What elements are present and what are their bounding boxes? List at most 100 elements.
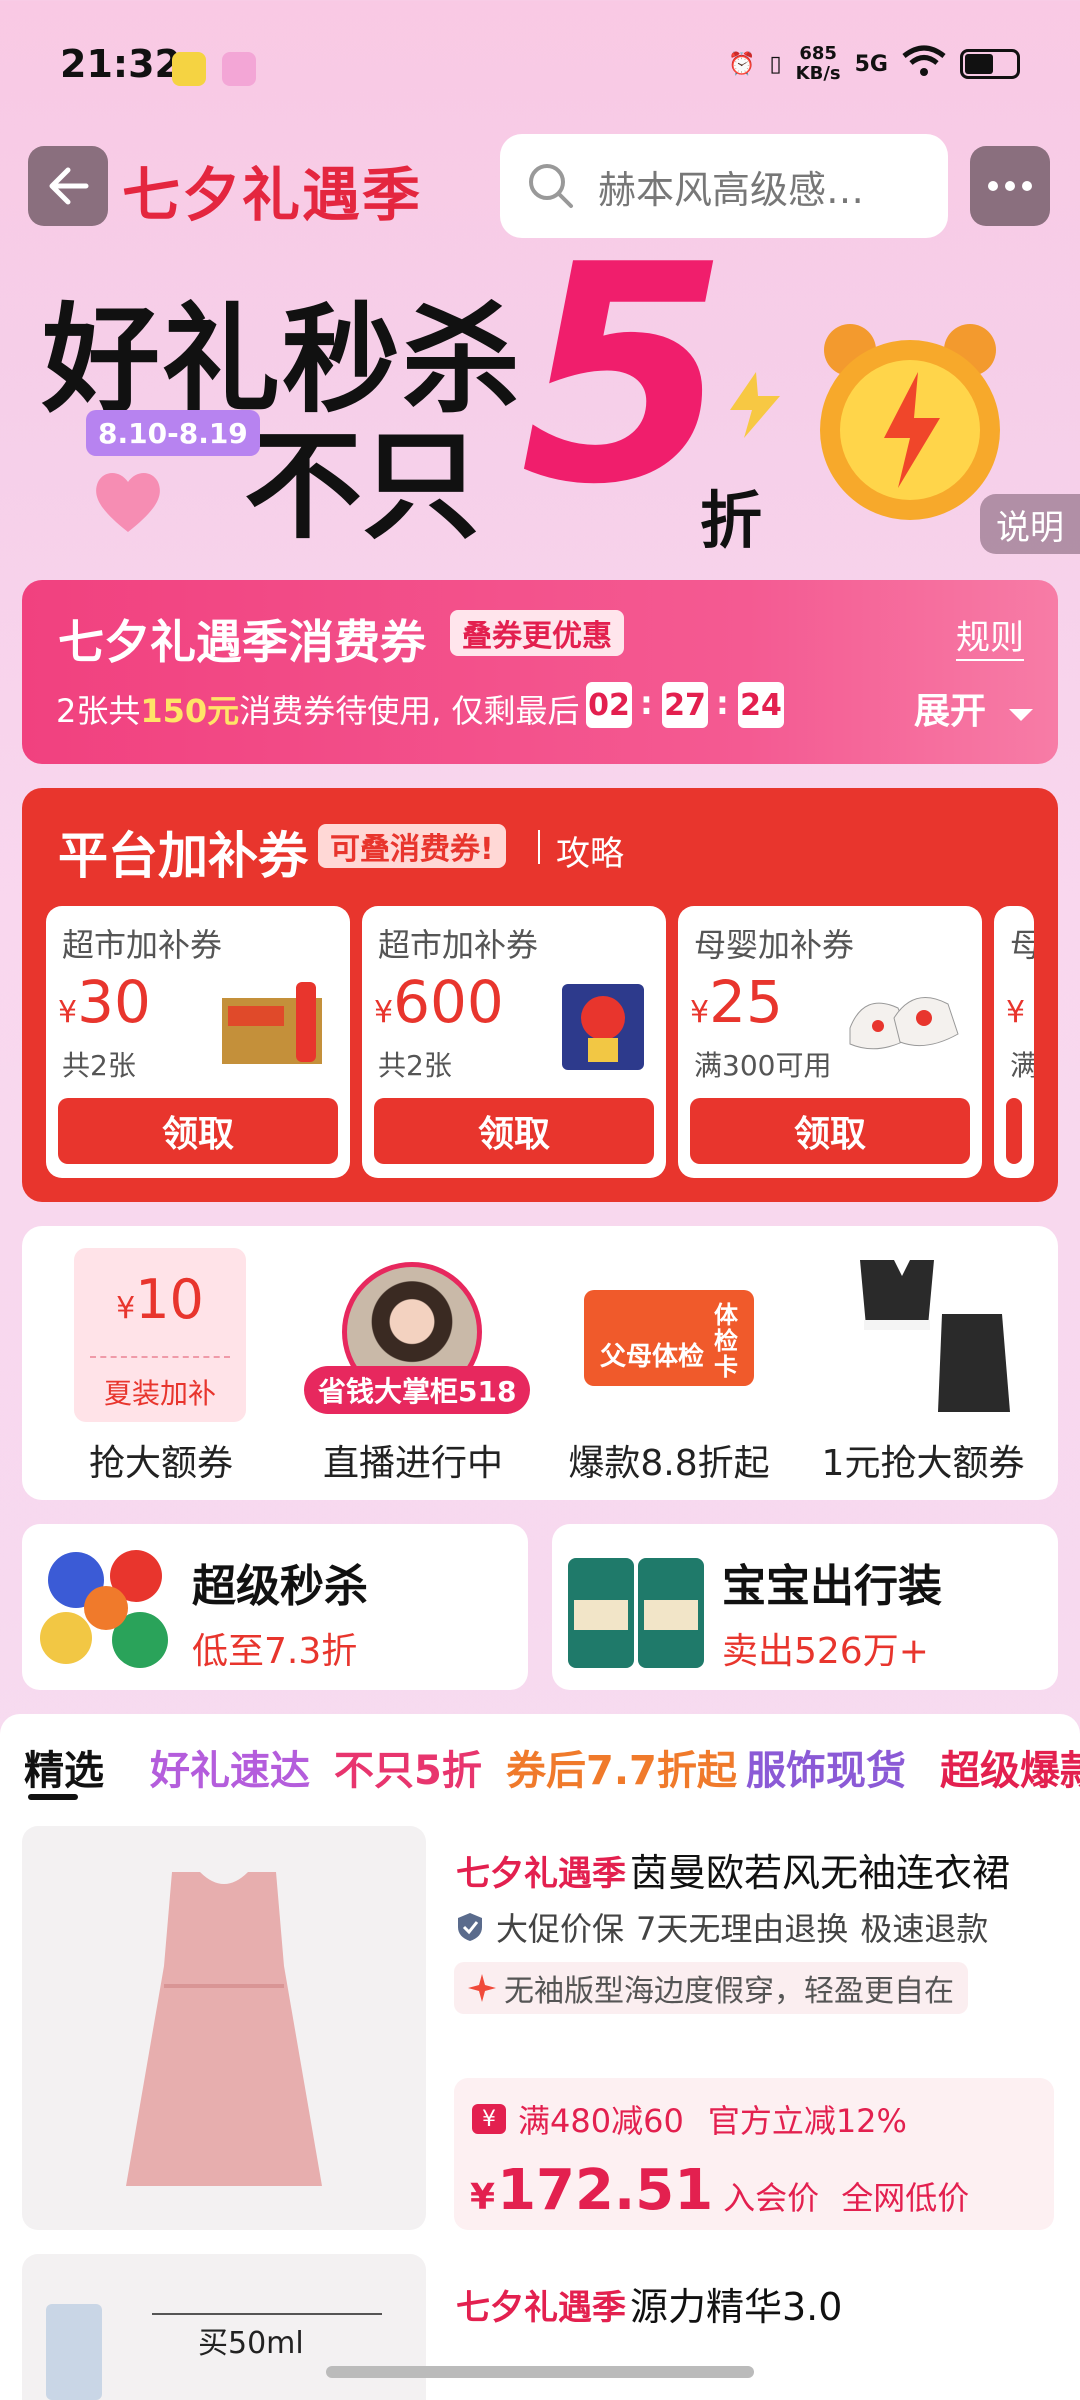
coupon-icon: ¥ (472, 2104, 506, 2134)
hero-subheadline: 不只 (244, 417, 481, 555)
product-image-text: 买50ml (198, 2326, 304, 2361)
product-brand: 七夕礼遇季 (456, 2288, 626, 2328)
claim-button[interactable]: 领取 (374, 1098, 654, 1164)
shield-icon (458, 1913, 482, 1941)
more-dot-icon (1022, 181, 1032, 191)
promo-subtitle: 低至7.3折 (192, 1631, 358, 1672)
net-speed-unit: KB/s (795, 63, 841, 84)
coupon-amount: ¥ (1006, 968, 1025, 1036)
product-image[interactable] (22, 1826, 426, 2230)
coupon-amount: ¥25 (690, 968, 783, 1036)
coupon-desc-suffix: 消费券待使用, 仅剩最后 (239, 692, 580, 730)
activity-label[interactable]: 直播进行中 (288, 1434, 538, 1486)
product-name[interactable]: 源力精华3.0 (630, 2276, 842, 2331)
tab-fast-delivery[interactable]: 好礼速达 (150, 1738, 310, 1796)
coupon-amount-value: 25 (709, 968, 783, 1036)
tab-super-hot[interactable]: 超级爆款 (940, 1738, 1080, 1796)
subsidy-coupon-card[interactable]: 母婴加补券 ¥25 满300可用 领取 (678, 906, 982, 1178)
activity-label[interactable]: 1元抢大额券 (798, 1434, 1048, 1486)
countdown-separator: : (640, 684, 653, 722)
signal-label: 5G (854, 51, 888, 77)
toy-robot-image (562, 984, 644, 1070)
coupon-label: 母婴加补券 (694, 926, 855, 964)
alarm-clock-icon (820, 324, 1000, 520)
coupon-amount-value: 30 (77, 968, 151, 1036)
tab-featured[interactable]: 精选 (24, 1738, 104, 1796)
promo-subtitle: 卖出526万+ (722, 1631, 929, 1672)
feature-text: 无袖版型海边度假穿，轻盈更自在 (504, 1974, 954, 2009)
divider (90, 1356, 230, 1358)
status-indicators: ⏰ ▯ 685 KB/s 5G (728, 44, 1020, 84)
coupon-desc-prefix: 2张共 (56, 692, 141, 730)
date-badge: 8.10-8.19 (86, 410, 260, 456)
claim-button[interactable]: 领取 (690, 1098, 970, 1164)
net-speed-value: 685 (799, 43, 837, 64)
big-coupon-tile[interactable]: ¥10 夏装加补 (74, 1248, 246, 1422)
coupon-currency: ¥ (690, 995, 710, 1030)
card-text: 父母体检 (600, 1342, 705, 1372)
live-badge: 省钱大掌柜518 (304, 1366, 531, 1414)
price-row: ¥ 172.51 入会价 全网低价 (470, 2158, 969, 2223)
lightning-icon (730, 372, 780, 438)
battery-icon (960, 49, 1020, 79)
claim-button[interactable] (1006, 1098, 1022, 1164)
heart-icon (96, 473, 160, 532)
outfit-image[interactable] (842, 1256, 1012, 1416)
coupon-amount: ¥30 (58, 968, 151, 1036)
net-speed: 685 KB/s (796, 44, 841, 84)
health-check-card[interactable]: 父母体检 体检卡 (584, 1290, 754, 1386)
coupon-desc-amount: 150元 (140, 692, 240, 730)
claim-button[interactable]: 领取 (58, 1098, 338, 1164)
back-button[interactable] (28, 146, 108, 226)
guarantee-item: 7天无理由退换 (636, 1910, 849, 1948)
countdown-minutes: 27 (662, 682, 708, 728)
back-arrow-icon (49, 167, 89, 205)
price-label: 入会价 (723, 2179, 820, 2217)
subsidy-title: 平台加补券 (58, 827, 308, 885)
subsidy-tag: 可叠消费券! (318, 824, 506, 868)
explain-button[interactable]: 说明 (980, 494, 1080, 554)
guarantee-row: 大促价保 7天无理由退换 极速退款 (456, 1904, 988, 1950)
subsidy-coupon-card[interactable]: 超市加补券 ¥600 共2张 领取 (362, 906, 666, 1178)
coupon-description: 2张共150元消费券待使用, 仅剩最后 (56, 686, 580, 732)
activity-label[interactable]: 爆款8.8折起 (544, 1434, 794, 1486)
flash-sale-image (40, 1550, 168, 1668)
tab-coupon-discount[interactable]: 券后7.7折起 (506, 1738, 737, 1796)
coupon-label: 超市加补券 (62, 926, 223, 964)
countdown-seconds: 24 (738, 682, 784, 728)
coupon-amount: ¥600 (374, 968, 504, 1036)
guide-link[interactable]: 攻略 (556, 826, 624, 875)
guarantee-item: 极速退款 (860, 1910, 989, 1948)
coupon-label: 超市加补券 (378, 926, 539, 964)
deal-line: ¥ 满480减60 官方立减12% (472, 2096, 907, 2142)
coupon-amount: ¥10 (74, 1268, 246, 1331)
wifi-icon (902, 44, 946, 84)
liquor-box-image (222, 982, 322, 1064)
coupon-label: 母 (1010, 926, 1034, 964)
tab-below-50[interactable]: 不只5折 (334, 1738, 482, 1796)
hero-suffix: 折 (700, 484, 763, 557)
more-dot-icon (988, 181, 998, 191)
price-currency: ¥ (470, 2177, 496, 2218)
hero-big-number: 5 (520, 201, 729, 550)
countdown-hours: 02 (586, 682, 632, 728)
tab-apparel[interactable]: 服饰现货 (746, 1738, 906, 1796)
activity-label[interactable]: 抢大额券 (36, 1434, 286, 1486)
photo-notification-icon (222, 52, 256, 86)
status-time: 21:32 (60, 42, 181, 86)
coupon-amount-value: 600 (393, 968, 504, 1036)
guarantee-item: 大促价保 (496, 1910, 625, 1948)
more-menu-button[interactable] (970, 146, 1050, 226)
subsidy-coupon-card[interactable]: 超市加补券 ¥30 共2张 领取 (46, 906, 350, 1178)
subsidy-coupon-card-partial[interactable]: 母 ¥ 满 (994, 906, 1034, 1178)
expand-button[interactable]: 展开 (914, 682, 1035, 734)
promo-title: 宝宝出行装 (722, 1561, 942, 1612)
rule-link[interactable]: 规则 (956, 610, 1024, 661)
expand-label: 展开 (914, 691, 987, 732)
product-name[interactable]: 茵曼欧若风无袖连衣裙 (630, 1842, 1010, 1897)
promo-title: 超级秒杀 (192, 1561, 368, 1612)
dress-image (126, 1872, 322, 2186)
coupon-note: 满 (1010, 1049, 1034, 1082)
deal-text: 满480减60 (518, 2102, 684, 2140)
home-indicator[interactable] (326, 2366, 754, 2378)
